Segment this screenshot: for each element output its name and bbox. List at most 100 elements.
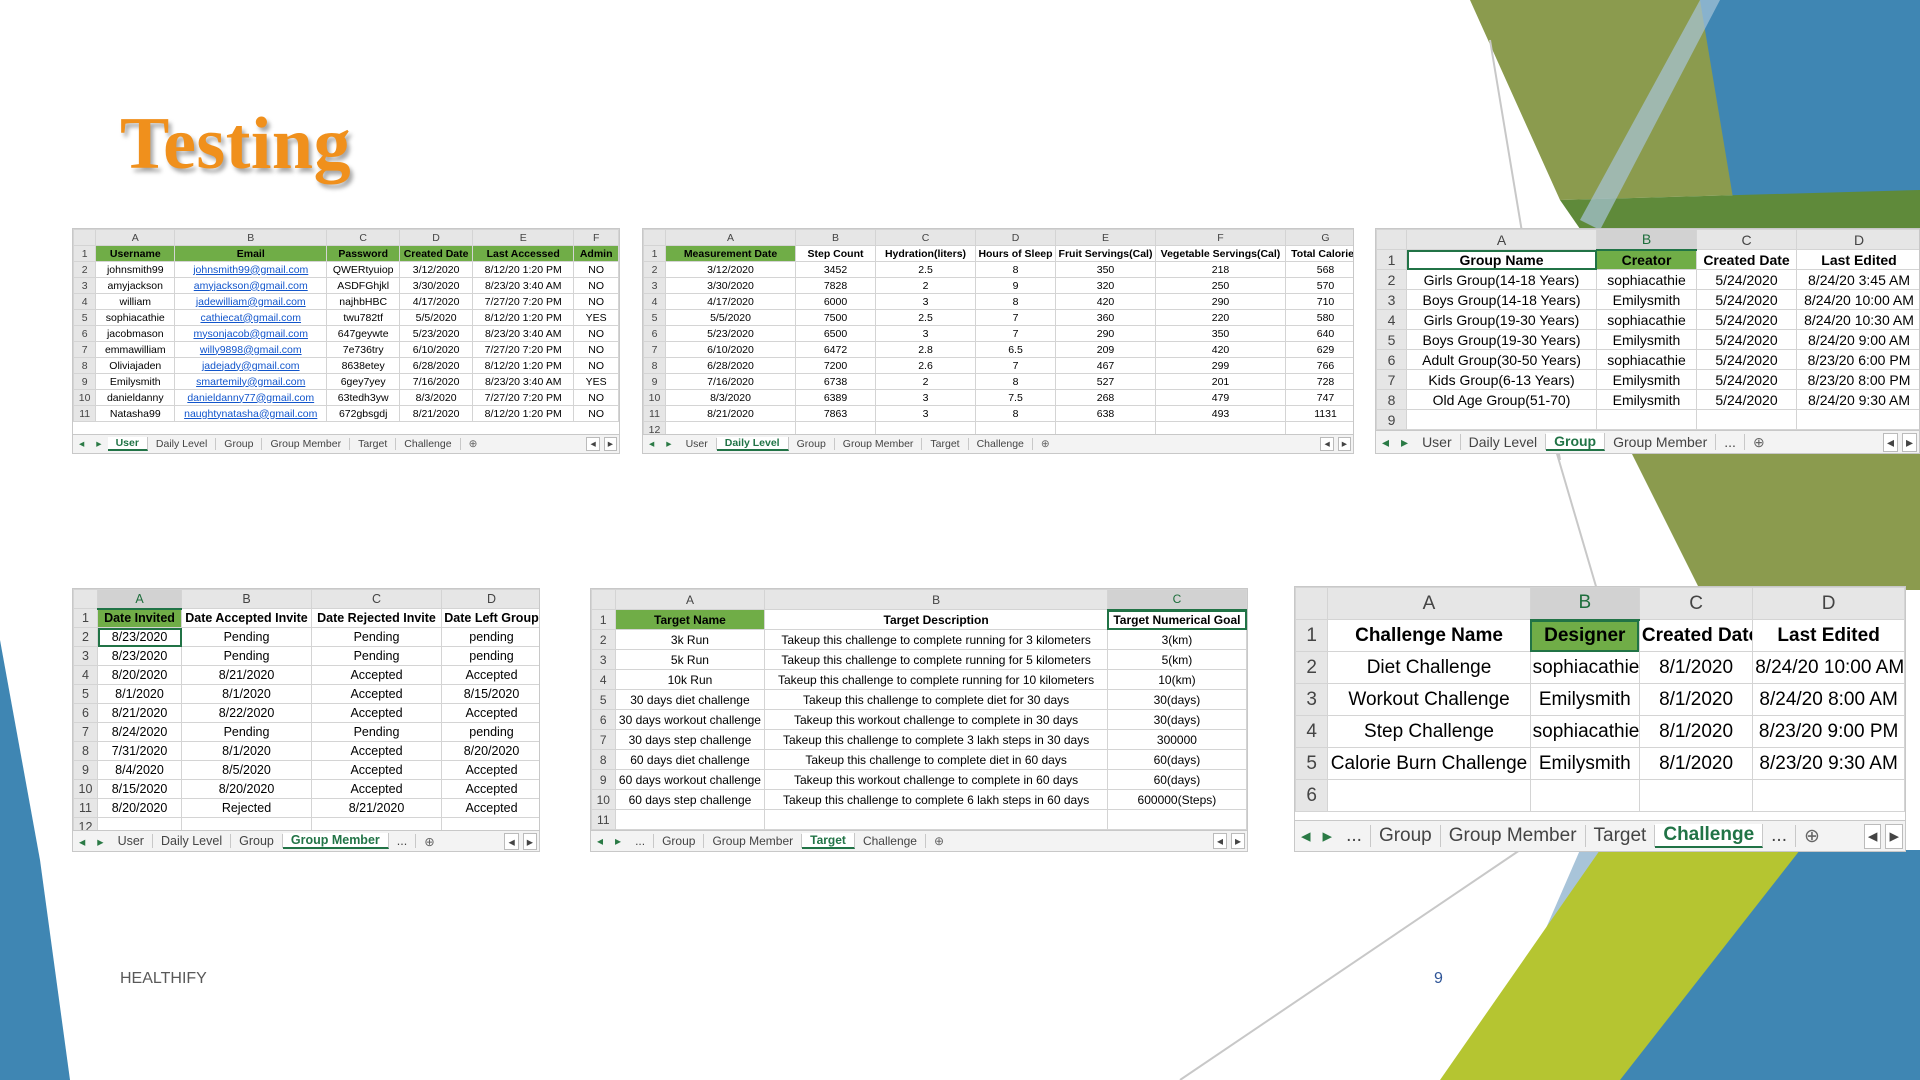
table-cell[interactable]: pending — [441, 646, 539, 666]
table-cell[interactable]: Pending — [311, 722, 442, 742]
table-cell[interactable]: YES — [573, 309, 619, 326]
hscroll-right-icon[interactable]: ▸ — [522, 832, 537, 850]
table-cell[interactable]: Calorie Burn Challenge — [1327, 747, 1531, 780]
table-cell[interactable]: 60(days) — [1106, 749, 1247, 770]
table-cell[interactable]: 300000 — [1106, 729, 1247, 750]
table-cell[interactable]: 8/23/20 9:00 PM — [1752, 715, 1905, 748]
table-cell[interactable]: 6/28/2020 — [399, 357, 474, 374]
table-cell[interactable]: Emilysmith — [1596, 369, 1697, 390]
table-cell[interactable]: 10(km) — [1106, 669, 1247, 690]
sheet-tab[interactable]: Target — [350, 438, 397, 450]
column-header-c[interactable]: C — [1106, 589, 1247, 611]
table-cell[interactable]: Emilysmith — [1596, 289, 1697, 310]
column-header-a[interactable]: A — [1327, 587, 1531, 620]
table-cell[interactable]: 7e736try — [326, 341, 401, 358]
table-cell[interactable]: pending — [441, 627, 539, 647]
table-cell[interactable]: 268 — [1055, 389, 1156, 406]
table-cell[interactable]: sophiacathie — [1596, 349, 1697, 370]
table-cell[interactable]: NO — [573, 293, 619, 310]
column-header-c[interactable]: C — [326, 229, 401, 246]
column-header-a[interactable]: A — [665, 229, 796, 246]
table-cell[interactable]: naughtynatasha@gmail.com — [174, 405, 328, 422]
table-cell[interactable]: 2.6 — [875, 357, 976, 374]
table-cell[interactable]: twu782tf — [326, 309, 401, 326]
table-cell[interactable]: 8/24/20 9:00 AM — [1796, 329, 1919, 350]
table-cell[interactable]: 10k Run — [614, 669, 766, 690]
hscroll-left-icon[interactable]: ◂ — [1882, 432, 1898, 452]
select-all-corner[interactable] — [1295, 587, 1329, 620]
column-header-a[interactable]: A — [1406, 229, 1597, 250]
table-cell[interactable]: jacobmason — [95, 325, 176, 342]
table-cell[interactable]: 5/24/2020 — [1696, 289, 1797, 310]
table-cell[interactable]: Takeup this challenge to complete diet i… — [764, 749, 1108, 770]
table-cell[interactable]: Target Name — [614, 609, 766, 630]
column-header-b[interactable]: B — [174, 229, 328, 246]
table-cell[interactable]: 8 — [975, 261, 1056, 278]
table-cell[interactable]: 638 — [1055, 405, 1156, 422]
sheet-tab[interactable]: Group Member — [835, 438, 923, 450]
table-cell[interactable]: 7/16/2020 — [399, 373, 474, 390]
table-cell[interactable]: 1131 — [1285, 405, 1353, 422]
table-cell[interactable]: 3/12/2020 — [665, 261, 796, 278]
hscroll-left-icon[interactable]: ◂ — [586, 437, 600, 451]
sheet-tab[interactable]: Group Member — [262, 438, 351, 450]
table-cell[interactable]: 6gey7yey — [326, 373, 401, 390]
table-cell[interactable]: Fruit Servings(Cal) — [1055, 245, 1156, 262]
table-cell[interactable]: 640 — [1285, 325, 1353, 342]
sheet-tab[interactable]: Challenge — [396, 438, 461, 450]
table-cell[interactable]: 30 days diet challenge — [614, 689, 766, 710]
add-sheet-icon[interactable]: ⊕ — [1745, 434, 1773, 451]
table-cell[interactable]: 6.5 — [975, 341, 1056, 358]
table-cell[interactable]: 479 — [1155, 389, 1286, 406]
sheet-tab[interactable]: Group Member — [704, 834, 803, 848]
table-cell[interactable]: 60 days diet challenge — [614, 749, 766, 770]
table-cell[interactable]: Accepted — [311, 665, 442, 685]
table-cell[interactable]: 420 — [1055, 293, 1156, 310]
hscroll-right-icon[interactable]: ▸ — [1901, 432, 1917, 452]
table-cell[interactable]: Designer — [1529, 619, 1640, 652]
table-cell[interactable]: Boys Group(19-30 Years) — [1406, 329, 1597, 350]
table-cell[interactable]: NO — [573, 389, 619, 406]
column-header-d[interactable]: D — [399, 229, 474, 246]
table-cell[interactable] — [1638, 779, 1754, 812]
table-cell[interactable]: 8/1/2020 — [1638, 715, 1754, 748]
table-cell[interactable]: Takeup this challenge to complete runnin… — [764, 669, 1108, 690]
column-header-e[interactable]: E — [472, 229, 575, 246]
sheet-tab[interactable]: Daily Level — [148, 438, 217, 450]
table-cell[interactable]: 3/12/2020 — [399, 261, 474, 278]
table-cell[interactable]: Accepted — [311, 760, 442, 780]
table-cell[interactable]: Accepted — [311, 779, 442, 799]
table-cell[interactable]: william — [95, 293, 176, 310]
column-header-c[interactable]: C — [1638, 587, 1754, 620]
table-cell[interactable]: Takeup this challenge to complete diet f… — [764, 689, 1108, 710]
tab-scroll-prev-icon[interactable]: ◂ — [1376, 434, 1395, 451]
table-cell[interactable]: 2 — [875, 277, 976, 294]
hscroll-left-icon[interactable]: ◂ — [1212, 833, 1227, 849]
table-cell[interactable]: Emilysmith — [1596, 389, 1697, 410]
table-cell[interactable]: 320 — [1055, 277, 1156, 294]
table-cell[interactable]: danieldanny77@gmail.com — [174, 389, 328, 406]
table-cell[interactable]: 7500 — [795, 309, 876, 326]
table-cell[interactable] — [1406, 409, 1597, 430]
table-cell[interactable]: 8/24/20 10:30 AM — [1796, 309, 1919, 330]
select-all-corner[interactable] — [591, 589, 616, 610]
add-sheet-icon[interactable]: ⊕ — [1796, 825, 1828, 848]
table-cell[interactable]: 8 — [975, 293, 1056, 310]
column-header-c[interactable]: C — [311, 589, 442, 609]
table-cell[interactable]: Date Accepted Invite — [181, 608, 312, 628]
table-cell[interactable] — [1696, 409, 1797, 430]
table-cell[interactable]: Username — [95, 245, 176, 262]
column-header-b[interactable]: B — [764, 589, 1108, 610]
table-cell[interactable]: Accepted — [311, 741, 442, 761]
sheet-tab[interactable]: Group — [1371, 825, 1441, 847]
table-cell[interactable]: jadewilliam@gmail.com — [174, 293, 328, 310]
table-cell[interactable]: 350 — [1055, 261, 1156, 278]
table-cell[interactable]: Takeup this workout challenge to complet… — [764, 769, 1108, 790]
table-cell[interactable]: Accepted — [441, 760, 539, 780]
table-cell[interactable]: sophiacathie — [1596, 309, 1697, 330]
table-cell[interactable] — [1752, 779, 1905, 812]
table-cell[interactable]: sophiacathie — [1529, 715, 1640, 748]
sheet-tab[interactable]: Challenge — [855, 834, 926, 848]
sheet-tab[interactable]: Daily Level — [1461, 434, 1547, 450]
table-cell[interactable]: 5/24/2020 — [1696, 389, 1797, 410]
